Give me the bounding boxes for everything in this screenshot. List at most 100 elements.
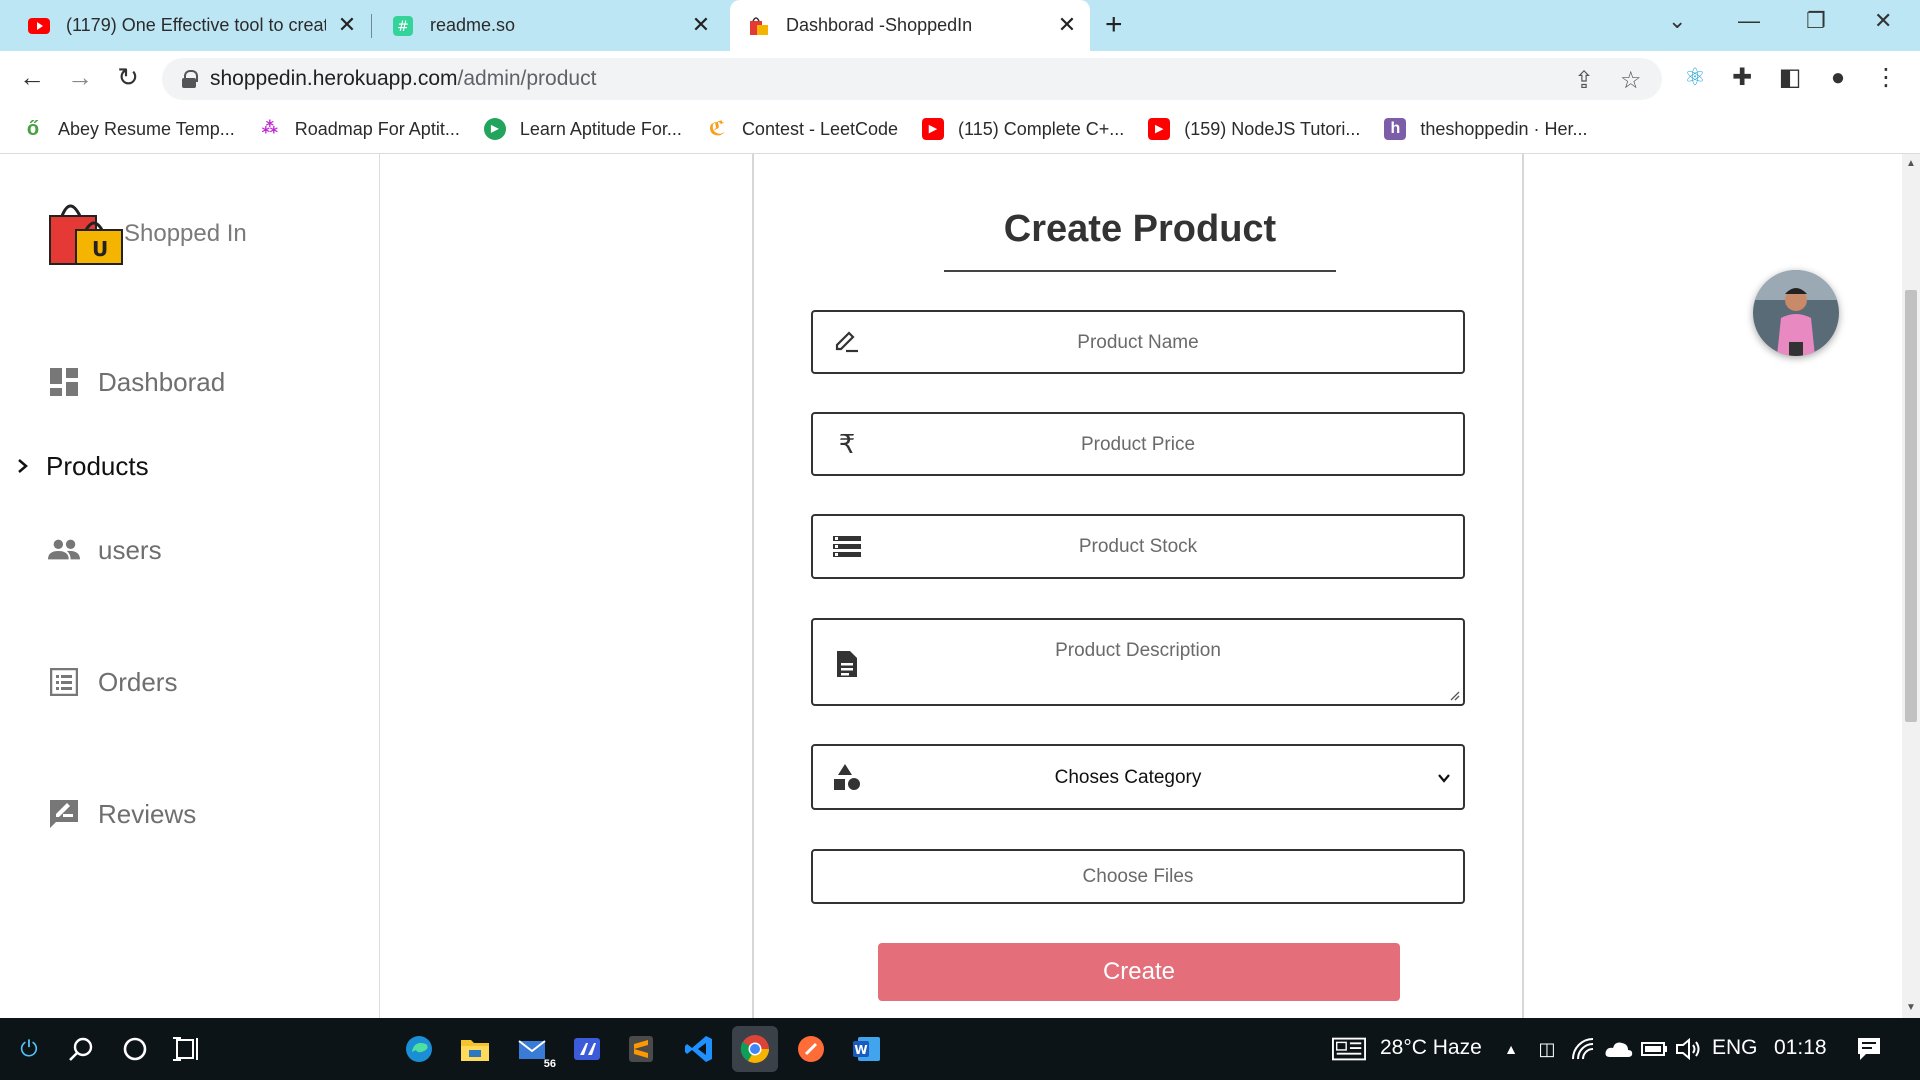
bookmark-item[interactable]: ⁂ Roadmap For Aptit... [259, 118, 460, 140]
profile-avatar-icon[interactable]: ● [1824, 64, 1852, 92]
tab-youtube[interactable]: (1179) One Effective tool to create ✕ [0, 0, 370, 51]
page-content: U Shopped In Dashborad Products users Or… [0, 154, 1902, 1018]
chevron-right-icon [14, 450, 32, 482]
file-explorer-icon[interactable] [456, 1030, 494, 1068]
search-icon[interactable] [64, 1032, 98, 1066]
reload-button[interactable]: ↻ [112, 61, 144, 93]
clock-time[interactable]: 01:18 [1774, 1036, 1827, 1060]
restore-button[interactable]: ❐ [1806, 8, 1826, 34]
bookmark-item[interactable]: ℭ Contest - LeetCode [706, 118, 898, 140]
choose-files-input[interactable]: Choose Files [811, 849, 1465, 904]
lock-icon[interactable] [182, 70, 198, 88]
new-tab-button[interactable]: + [1105, 10, 1123, 40]
bookmark-item[interactable]: h theshoppedin · Her... [1384, 118, 1587, 140]
word-icon[interactable]: W [848, 1030, 886, 1068]
share-icon[interactable]: ⇪ [1574, 66, 1594, 95]
sidebar-item-orders[interactable]: Orders [48, 666, 177, 698]
url-host: shoppedin.herokuapp.com [210, 67, 458, 90]
product-price-field[interactable]: ₹ Product Price [811, 412, 1465, 476]
tab-title: Dashborad -ShoppedIn [786, 15, 973, 35]
bookmarks-bar: ő Abey Resume Temp... ⁂ Roadmap For Aptit.… [0, 105, 1920, 154]
task-view-icon[interactable] [170, 1032, 204, 1066]
chevron-down-icon [1438, 774, 1450, 783]
svg-text:U: U [92, 237, 108, 261]
power-icon[interactable]: ⏻ [12, 1032, 46, 1066]
resize-handle-icon[interactable] [1448, 689, 1460, 701]
close-tab-icon[interactable]: ✕ [1056, 14, 1078, 36]
sidebar-item-label: Reviews [98, 798, 197, 829]
browser-toolbar: ← → ↻ shoppedin.herokuapp.com/admin/prod… [0, 51, 1920, 105]
tab-title: readme.so [430, 15, 516, 35]
product-stock-placeholder: Product Stock [1078, 536, 1198, 557]
back-button[interactable]: ← [16, 61, 48, 93]
sidebar-item-label: Products [46, 450, 149, 481]
user-avatar[interactable] [1753, 270, 1839, 356]
notifications-icon[interactable] [1852, 1032, 1886, 1066]
wifi-icon[interactable] [1568, 1032, 1602, 1066]
product-description-textarea[interactable]: Product Description [811, 618, 1465, 706]
onedrive-cloud-icon[interactable] [1602, 1032, 1636, 1066]
cortana-icon[interactable] [118, 1032, 152, 1066]
overleaf-icon: ő [26, 118, 40, 140]
tab-readme[interactable]: # readme.so ✕ [372, 0, 724, 51]
roadmap-icon: ⁂ [261, 120, 278, 137]
title-underline [944, 270, 1336, 272]
tab-search-icon[interactable]: ⌄ [1668, 8, 1686, 34]
brand-name[interactable]: Shopped In [124, 220, 247, 248]
form-title: Create Product [1003, 208, 1277, 250]
sublime-text-icon[interactable] [622, 1030, 660, 1068]
close-tab-icon[interactable]: ✕ [690, 14, 712, 36]
weather-icon[interactable] [1332, 1032, 1366, 1066]
bookmark-item[interactable]: ▸ Learn Aptitude For... [483, 118, 682, 140]
product-price-placeholder: Product Price [1080, 434, 1196, 455]
close-tab-icon[interactable]: ✕ [336, 14, 358, 36]
dashboard-icon [48, 366, 80, 398]
shopping-bags-logo-icon[interactable]: U [48, 196, 124, 266]
tab-dashboard[interactable]: Dashborad -ShoppedIn ✕ [730, 0, 1090, 51]
list-icon [48, 666, 80, 698]
extensions-puzzle-icon[interactable]: ✚ [1728, 64, 1756, 92]
bookmark-item[interactable]: ő Abey Resume Temp... [22, 118, 235, 140]
rate-review-icon [48, 798, 80, 830]
volume-icon[interactable] [1672, 1032, 1706, 1066]
sidebar-item-products[interactable]: Products [14, 450, 149, 482]
show-hidden-icons-icon[interactable]: ▲ [1494, 1032, 1528, 1066]
svg-text:#: # [397, 19, 409, 35]
battery-icon[interactable] [1638, 1032, 1672, 1066]
sidebar-item-dashboard[interactable]: Dashborad [48, 366, 225, 398]
product-stock-field[interactable]: Product Stock [811, 514, 1465, 579]
powerautomate-icon[interactable] [568, 1030, 606, 1068]
scroll-down-icon[interactable]: ▼ [1906, 1002, 1916, 1013]
meet-now-icon[interactable]: ◫ [1530, 1032, 1564, 1066]
bookmark-label: theshoppedin · Her... [1420, 118, 1588, 139]
windows-taskbar: ⏻ 56 W 28°C Haze ▲ ◫ ENG 01:18 [0, 1018, 1920, 1080]
edge-icon[interactable] [400, 1030, 438, 1068]
page-scrollbar[interactable]: ▲ ▼ [1902, 154, 1920, 1018]
sidebar-item-users[interactable]: users [48, 534, 162, 566]
sidebar-item-reviews[interactable]: Reviews [48, 798, 196, 830]
scroll-up-icon[interactable]: ▲ [1906, 158, 1916, 169]
postman-icon[interactable] [792, 1030, 830, 1068]
admin-sidebar: U Shopped In Dashborad Products users Or… [0, 154, 380, 1018]
bookmark-item[interactable]: ▶ (115) Complete C+... [922, 118, 1124, 140]
create-button[interactable]: Create [878, 943, 1400, 1001]
address-bar[interactable]: shoppedin.herokuapp.com/admin/product ⇪ … [162, 58, 1662, 100]
weather-text[interactable]: 28°C Haze [1380, 1036, 1482, 1060]
bookmark-label: Abey Resume Temp... [58, 118, 235, 139]
vscode-icon[interactable] [680, 1030, 718, 1068]
chrome-icon[interactable] [732, 1026, 778, 1072]
language-indicator[interactable]: ENG [1712, 1036, 1758, 1060]
bookmark-item[interactable]: ▶ (159) NodeJS Tutori... [1148, 118, 1360, 140]
scroll-thumb[interactable] [1905, 290, 1917, 722]
category-select[interactable]: Choses Category [811, 744, 1465, 810]
minimize-button[interactable]: — [1738, 8, 1760, 34]
forward-button[interactable]: → [64, 61, 96, 93]
side-panel-icon[interactable]: ◧ [1776, 64, 1804, 92]
chrome-menu-icon[interactable]: ⋮ [1872, 64, 1900, 92]
mail-badge: 56 [543, 1058, 556, 1070]
product-name-field[interactable]: Product Name [811, 310, 1465, 374]
react-devtools-icon[interactable]: ⚛ [1681, 64, 1709, 92]
bookmark-star-icon[interactable]: ☆ [1620, 66, 1642, 95]
close-window-button[interactable]: ✕ [1874, 8, 1892, 34]
mail-icon[interactable]: 56 [514, 1030, 556, 1070]
